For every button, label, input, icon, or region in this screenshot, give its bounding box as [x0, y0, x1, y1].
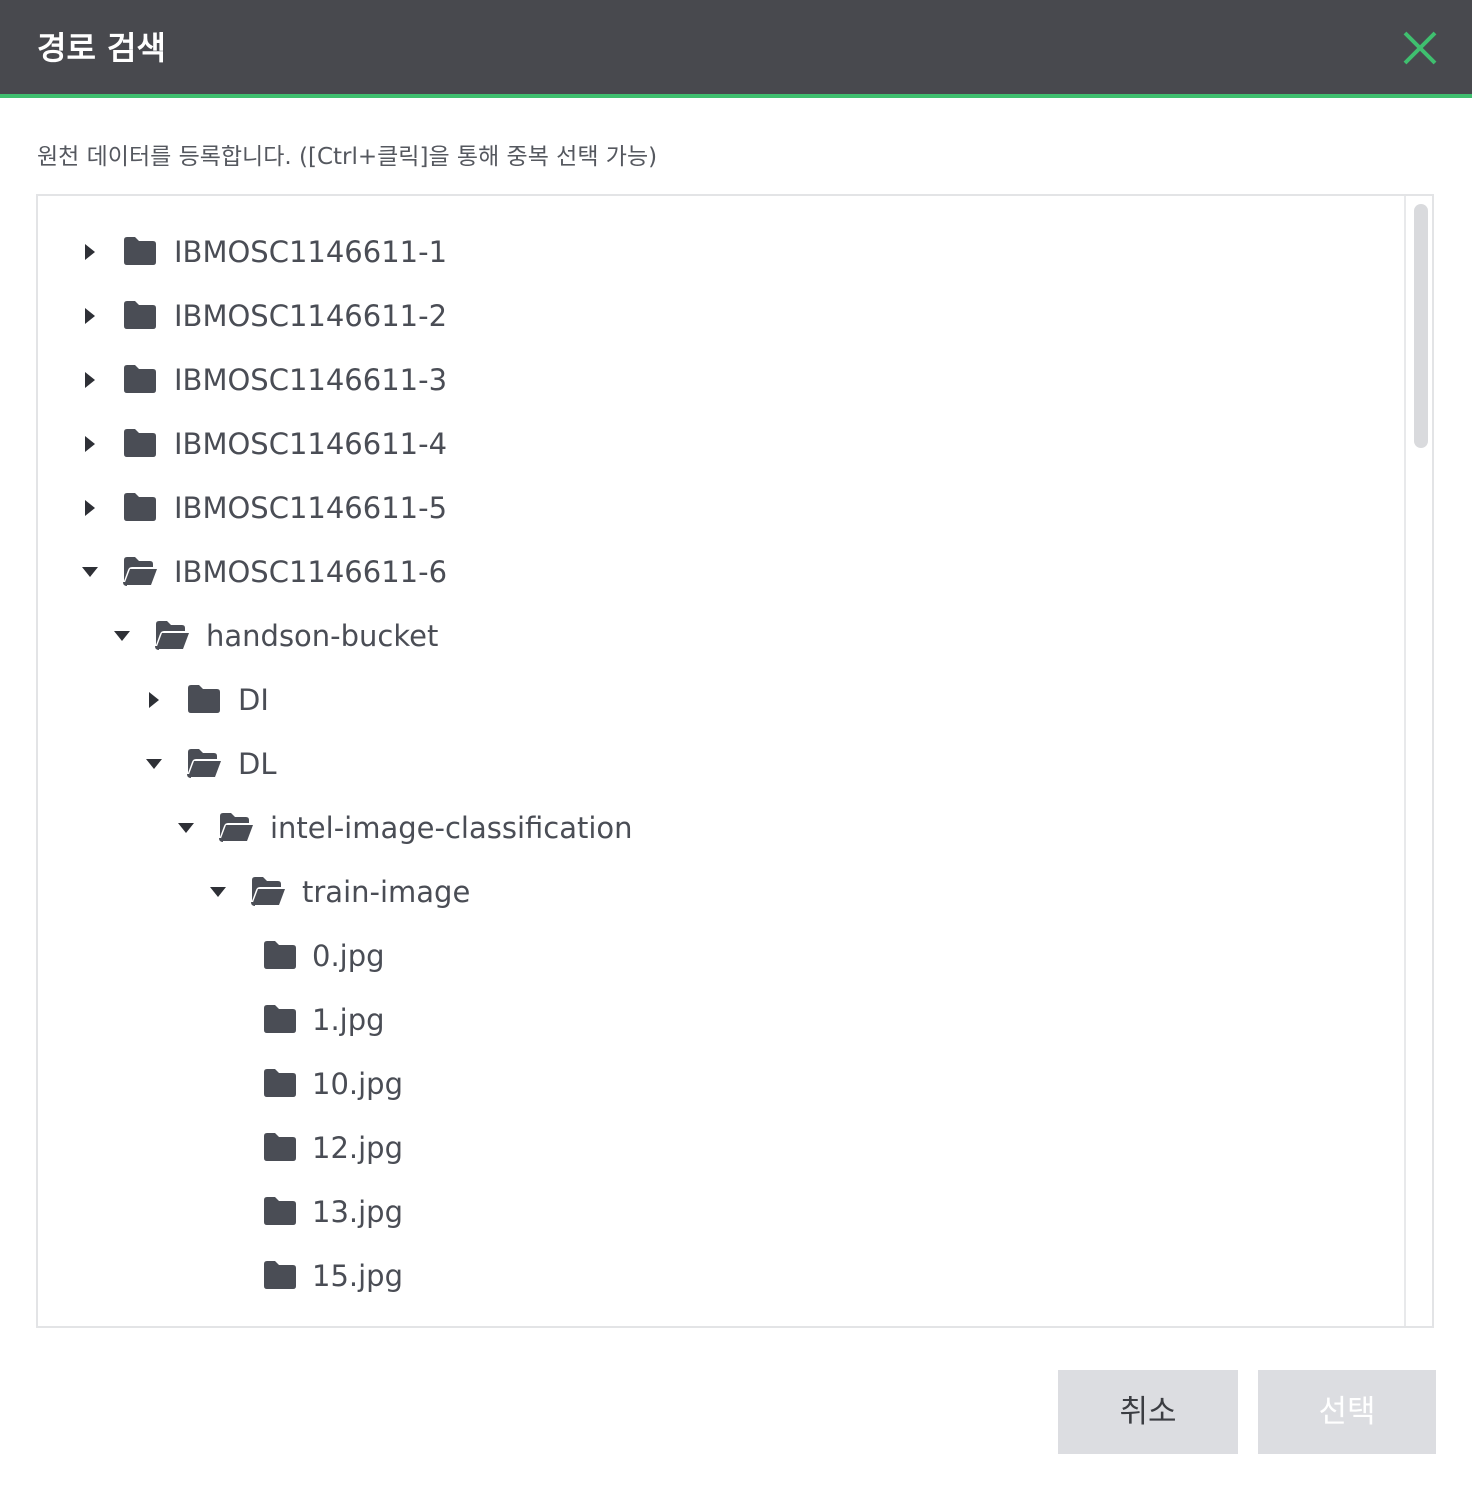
tree-node-label[interactable]: IBMOSC1146611-3 — [174, 348, 447, 412]
tree-node-label[interactable]: 12.jpg — [312, 1116, 403, 1180]
tree-node-label[interactable]: train-image — [302, 860, 470, 924]
tree-node[interactable]: intel-image-classification — [38, 796, 1398, 860]
select-button[interactable]: 선택 — [1258, 1370, 1436, 1454]
tree-node[interactable]: 1.jpg — [38, 988, 1398, 1052]
caret-right-icon[interactable] — [80, 434, 100, 454]
folder-icon — [122, 490, 158, 524]
tree-node-label[interactable]: IBMOSC1146611-4 — [174, 412, 447, 476]
caret-down-icon[interactable] — [176, 818, 196, 838]
tree-node-label[interactable]: 15.jpg — [312, 1244, 403, 1308]
tree-node[interactable]: IBMOSC1146611-1 — [38, 220, 1398, 284]
tree-node-label[interactable]: IBMOSC1146611-5 — [174, 476, 447, 540]
folder-icon — [262, 938, 298, 972]
tree-node-label[interactable]: 1.jpg — [312, 988, 385, 1052]
tree-node[interactable]: IBMOSC1146611-2 — [38, 284, 1398, 348]
tree-node-label[interactable]: IBMOSC1146611-1 — [174, 220, 447, 284]
tree-node[interactable]: 12.jpg — [38, 1116, 1398, 1180]
folder-open-icon — [122, 554, 158, 588]
caret-down-icon[interactable] — [112, 626, 132, 646]
caret-down-icon[interactable] — [80, 562, 100, 582]
caret-down-icon[interactable] — [208, 882, 228, 902]
folder-tree-panel: IBMOSC1146611-1 IBMOSC1146611-2 IBMOSC1146… — [36, 194, 1434, 1328]
tree-node[interactable]: 0.jpg — [38, 924, 1398, 988]
folder-icon — [262, 1002, 298, 1036]
caret-right-icon[interactable] — [80, 306, 100, 326]
folder-icon — [122, 298, 158, 332]
tree-node[interactable]: train-image — [38, 860, 1398, 924]
folder-icon — [262, 1194, 298, 1228]
tree-scrollbar[interactable] — [1404, 196, 1432, 1326]
tree-node-label[interactable]: DL — [238, 732, 277, 796]
tree-node-label[interactable]: handson-bucket — [206, 604, 438, 668]
tree-node-label[interactable]: intel-image-classification — [270, 796, 633, 860]
folder-icon — [122, 426, 158, 460]
tree-node[interactable]: IBMOSC1146611-3 — [38, 348, 1398, 412]
tree-node[interactable]: 10.jpg — [38, 1052, 1398, 1116]
folder-open-icon — [154, 618, 190, 652]
tree-node[interactable]: 15.jpg — [38, 1244, 1398, 1308]
folder-icon — [122, 234, 158, 268]
close-icon[interactable] — [1396, 24, 1444, 72]
caret-right-icon[interactable] — [144, 690, 164, 710]
dialog-header: 경로 검색 — [0, 0, 1472, 98]
folder-open-icon — [218, 810, 254, 844]
scrollbar-thumb[interactable] — [1414, 204, 1428, 448]
tree-node-label[interactable]: IBMOSC1146611-2 — [174, 284, 447, 348]
tree-node[interactable]: DL — [38, 732, 1398, 796]
tree-node-label[interactable]: 13.jpg — [312, 1180, 403, 1244]
folder-open-icon — [186, 746, 222, 780]
dialog-title: 경로 검색 — [37, 29, 166, 67]
folder-icon — [262, 1258, 298, 1292]
folder-open-icon — [250, 874, 286, 908]
tree-node-label[interactable]: DI — [238, 668, 269, 732]
tree-node[interactable]: DI — [38, 668, 1398, 732]
tree-node-label[interactable]: 10.jpg — [312, 1052, 403, 1116]
tree-node[interactable]: handson-bucket — [38, 604, 1398, 668]
cancel-button[interactable]: 취소 — [1058, 1370, 1238, 1454]
folder-icon — [122, 362, 158, 396]
caret-right-icon[interactable] — [80, 242, 100, 262]
tree-node-label[interactable]: IBMOSC1146611-6 — [174, 540, 447, 604]
folder-icon — [262, 1066, 298, 1100]
caret-right-icon[interactable] — [80, 370, 100, 390]
tree-node-label[interactable]: 0.jpg — [312, 924, 385, 988]
tree-node[interactable]: IBMOSC1146611-4 — [38, 412, 1398, 476]
caret-down-icon[interactable] — [144, 754, 164, 774]
tree-node[interactable]: 13.jpg — [38, 1180, 1398, 1244]
dialog-description: 원천 데이터를 등록합니다. ([Ctrl+클릭]을 통해 중복 선택 가능) — [37, 144, 658, 170]
folder-icon — [262, 1130, 298, 1164]
tree-node[interactable]: IBMOSC1146611-5 — [38, 476, 1398, 540]
tree-node[interactable]: IBMOSC1146611-6 — [38, 540, 1398, 604]
folder-icon — [186, 682, 222, 716]
caret-right-icon[interactable] — [80, 498, 100, 518]
